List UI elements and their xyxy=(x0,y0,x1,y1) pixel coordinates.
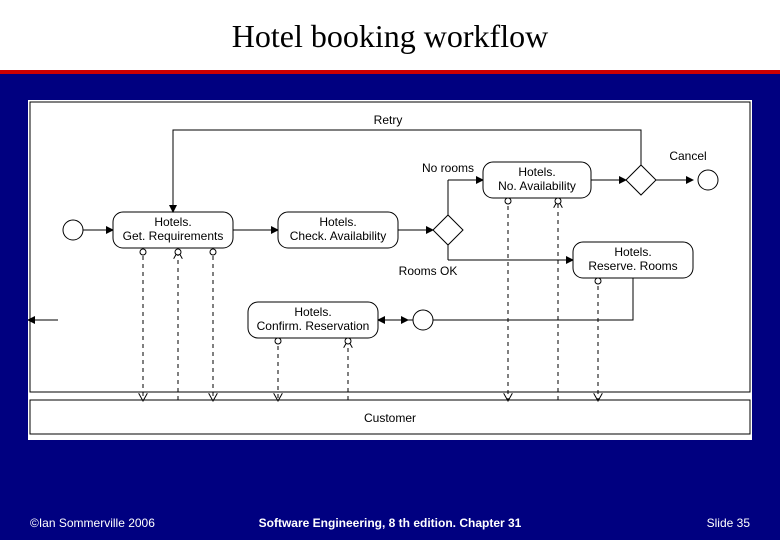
node-noavail-l2: No. Availability xyxy=(498,179,576,193)
label-cancel: Cancel xyxy=(669,149,706,163)
workflow-diagram: Customer Hotels. Get. Requirements Hotel… xyxy=(28,100,752,440)
port-noavail-out xyxy=(505,198,511,204)
decision-availability xyxy=(433,215,463,245)
node-reserve-l2: Reserve. Rooms xyxy=(588,259,677,273)
footer-slide-number: Slide 35 xyxy=(707,516,750,530)
footer-book-chapter: Software Engineering, 8 th edition. Chap… xyxy=(0,516,780,530)
node-get-requirements-l1: Hotels. xyxy=(154,215,191,229)
port-reserve-out xyxy=(595,278,601,284)
title-underline xyxy=(0,70,780,74)
node-get-requirements-l2: Get. Requirements xyxy=(123,229,224,243)
port-confirm-in xyxy=(345,338,351,344)
label-retry: Retry xyxy=(374,113,403,127)
port-getreq-out2 xyxy=(210,249,216,255)
node-confirm-l2: Confirm. Reservation xyxy=(257,319,370,333)
port-confirm-out xyxy=(275,338,281,344)
port-noavail-in xyxy=(555,198,561,204)
decision-retry-cancel xyxy=(626,165,656,195)
label-no-rooms: No rooms xyxy=(422,161,474,175)
node-reserve-l1: Hotels. xyxy=(614,245,651,259)
label-rooms-ok: Rooms OK xyxy=(399,264,458,278)
start-node xyxy=(63,220,83,240)
node-check-avail-l2: Check. Availability xyxy=(290,229,387,243)
node-confirm-l1: Hotels. xyxy=(294,305,331,319)
slide: Hotel booking workflow Customer xyxy=(0,0,780,540)
node-check-avail-l1: Hotels. xyxy=(319,215,356,229)
diagram-canvas: Customer Hotels. Get. Requirements Hotel… xyxy=(28,100,752,440)
node-noavail-l1: Hotels. xyxy=(518,165,555,179)
port-getreq-in xyxy=(175,249,181,255)
customer-lane-label: Customer xyxy=(364,411,416,425)
slide-title: Hotel booking workflow xyxy=(0,18,780,55)
end-node-confirm xyxy=(413,310,433,330)
port-getreq-out xyxy=(140,249,146,255)
end-node-cancel xyxy=(698,170,718,190)
